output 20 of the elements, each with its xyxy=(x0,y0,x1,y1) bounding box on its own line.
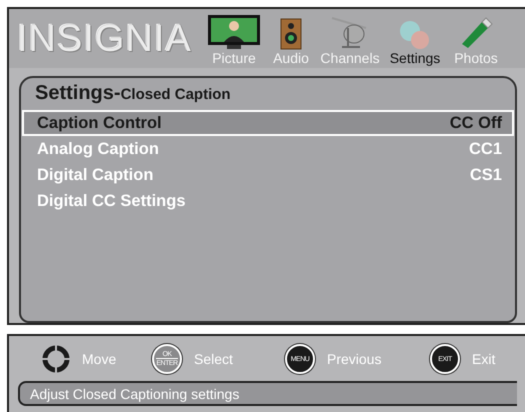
status-bar: Adjust Closed Captioning settings xyxy=(18,381,517,406)
menu-tab[interactable]: Channels xyxy=(320,50,380,66)
menu-item[interactable]: Caption Control CC Off xyxy=(22,110,514,136)
direction-pad-icon xyxy=(42,345,70,373)
hint-label: Exit xyxy=(472,351,496,367)
speaker-icon xyxy=(279,18,303,50)
tv-icon xyxy=(207,14,261,50)
menu-tab[interactable]: Audio xyxy=(273,50,309,66)
hint-label: Select xyxy=(194,351,233,367)
menu-tab[interactable]: Picture xyxy=(212,50,256,66)
menu-tab[interactable]: Photos xyxy=(454,50,498,66)
gears-icon xyxy=(398,20,432,50)
menu-item[interactable]: Digital Caption CS1 xyxy=(22,162,514,188)
menu-tab[interactable]: Settings xyxy=(390,50,440,66)
hint-label: Previous xyxy=(327,351,382,367)
menu-item[interactable]: Analog Caption CC1 xyxy=(22,136,514,162)
hint-label: Move xyxy=(82,351,116,367)
brand-logo: INSIGNIA xyxy=(17,18,193,61)
menu-item[interactable]: Digital CC Settings xyxy=(22,188,514,214)
panel-title: Settings-Closed Caption xyxy=(34,81,232,106)
